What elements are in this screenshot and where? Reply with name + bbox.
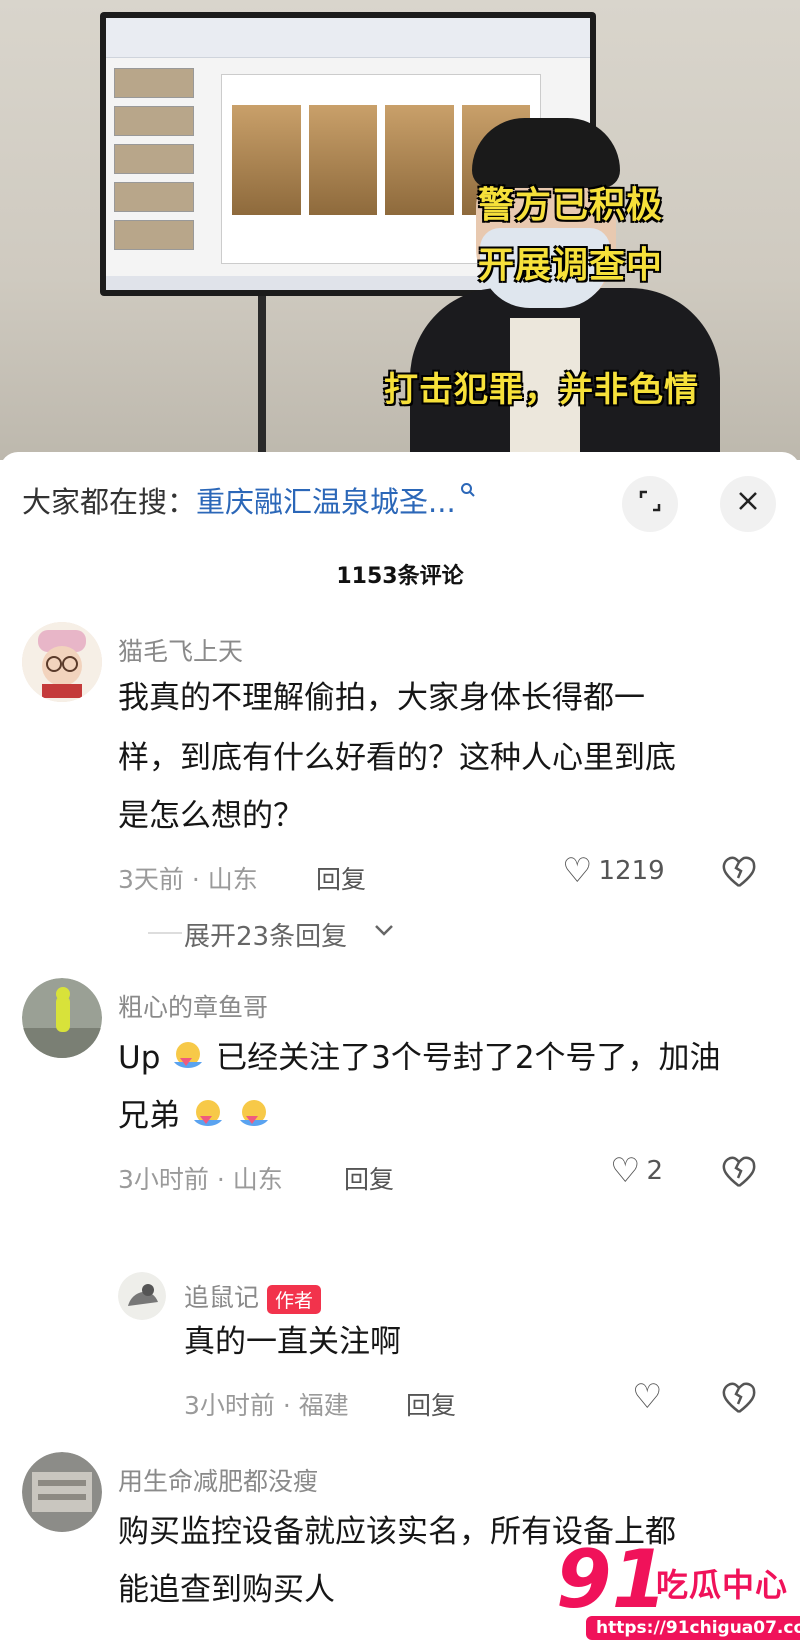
- hug-emoji-icon: [236, 1092, 272, 1126]
- comment-meta: 3天前 · 山东: [118, 865, 258, 894]
- comment-count: 1153条评论: [336, 564, 464, 589]
- divider: [148, 932, 182, 934]
- broken-heart-icon[interactable]: [722, 1382, 756, 1419]
- broken-heart-icon[interactable]: [722, 856, 756, 893]
- trending-search-term[interactable]: 重庆融汇温泉城圣...: [196, 479, 456, 521]
- like-button[interactable]: ♡ 1219: [562, 854, 665, 888]
- author-badge: 作者: [267, 1284, 322, 1314]
- comment-text: 是怎么想的？: [118, 798, 304, 834]
- username[interactable]: 用生命减肥都没瘦: [118, 1462, 318, 1498]
- reply-button[interactable]: 回复: [344, 1160, 394, 1196]
- comment-text-segment: 兄弟: [118, 1098, 180, 1134]
- broken-heart-icon[interactable]: [722, 1156, 756, 1193]
- comment-text: 我真的不理解偷拍，大家身体长得都一: [118, 680, 645, 716]
- reply-button[interactable]: 回复: [406, 1386, 456, 1422]
- expand-button[interactable]: [622, 476, 678, 532]
- trending-search-label: 大家都在搜：: [22, 485, 197, 519]
- username[interactable]: 追鼠记 作者: [184, 1278, 322, 1314]
- video-caption: 开展调查中: [478, 245, 664, 286]
- close-icon: [737, 489, 759, 519]
- comment-text: 能追查到购买人: [118, 1572, 335, 1608]
- comment-text-segment: Up: [118, 1040, 161, 1076]
- avatar[interactable]: [22, 622, 102, 702]
- expand-replies[interactable]: 展开23条回复: [0, 912, 800, 952]
- expand-replies-label: 展开23条回复: [184, 922, 348, 952]
- slide-thumbnails: [114, 68, 194, 258]
- avatar[interactable]: [22, 1452, 102, 1532]
- expand-icon: [637, 488, 663, 521]
- username-text: 追鼠记: [184, 1283, 260, 1312]
- hug-emoji-icon: [170, 1034, 206, 1068]
- comment-text: 兄弟: [118, 1088, 272, 1144]
- comment-text: 样，到底有什么好看的？这种人心里到底: [118, 740, 676, 776]
- comment-meta: 3小时前 · 福建: [184, 1391, 349, 1420]
- like-count: 2: [646, 1156, 664, 1186]
- comment-text: 真的一直关注啊: [184, 1324, 401, 1360]
- heart-icon: ♡: [632, 1377, 663, 1417]
- watermark-url: https://91chigua07.com: [586, 1616, 800, 1640]
- watermark-brand: 吃瓜中心: [656, 1566, 789, 1604]
- watermark-logo: 91 吃瓜中心 https://91chigua07.com: [556, 1533, 800, 1644]
- comment-meta: 3小时前 · 山东: [118, 1165, 283, 1194]
- avatar[interactable]: [118, 1272, 166, 1320]
- search-icon[interactable]: [460, 482, 476, 503]
- chevron-down-icon: [374, 922, 394, 941]
- close-button[interactable]: [720, 476, 776, 532]
- monitor-stand: [258, 296, 266, 460]
- comment-text-segment: 已经关注了3个号封了2个号了，加油: [216, 1040, 721, 1076]
- video-caption: 警方已积极: [478, 185, 664, 226]
- like-count: 1219: [598, 856, 665, 886]
- avatar[interactable]: [22, 978, 102, 1058]
- video-player[interactable]: 警方已积极 开展调查中 打击犯罪，并非色情: [0, 0, 800, 460]
- watermark-number: 91: [556, 1533, 668, 1626]
- heart-icon: ♡: [562, 851, 593, 891]
- like-button[interactable]: ♡ 2: [610, 1154, 663, 1188]
- comment-sheet: 大家都在搜： 重庆融汇温泉城圣... 1153条评论 猫毛飞上天 我真的不理解偷…: [0, 452, 800, 1647]
- comment-text: Up 已经关注了3个号封了2个号了，加油: [118, 1030, 721, 1086]
- heart-icon: ♡: [610, 1151, 641, 1191]
- username[interactable]: 猫毛飞上天: [118, 632, 243, 668]
- like-button[interactable]: ♡: [632, 1380, 662, 1414]
- reply-button[interactable]: 回复: [316, 860, 366, 896]
- video-caption: 打击犯罪，并非色情: [384, 370, 699, 410]
- ppt-ribbon: [106, 18, 590, 58]
- username[interactable]: 粗心的章鱼哥: [118, 988, 268, 1024]
- hug-emoji-icon: [190, 1092, 226, 1126]
